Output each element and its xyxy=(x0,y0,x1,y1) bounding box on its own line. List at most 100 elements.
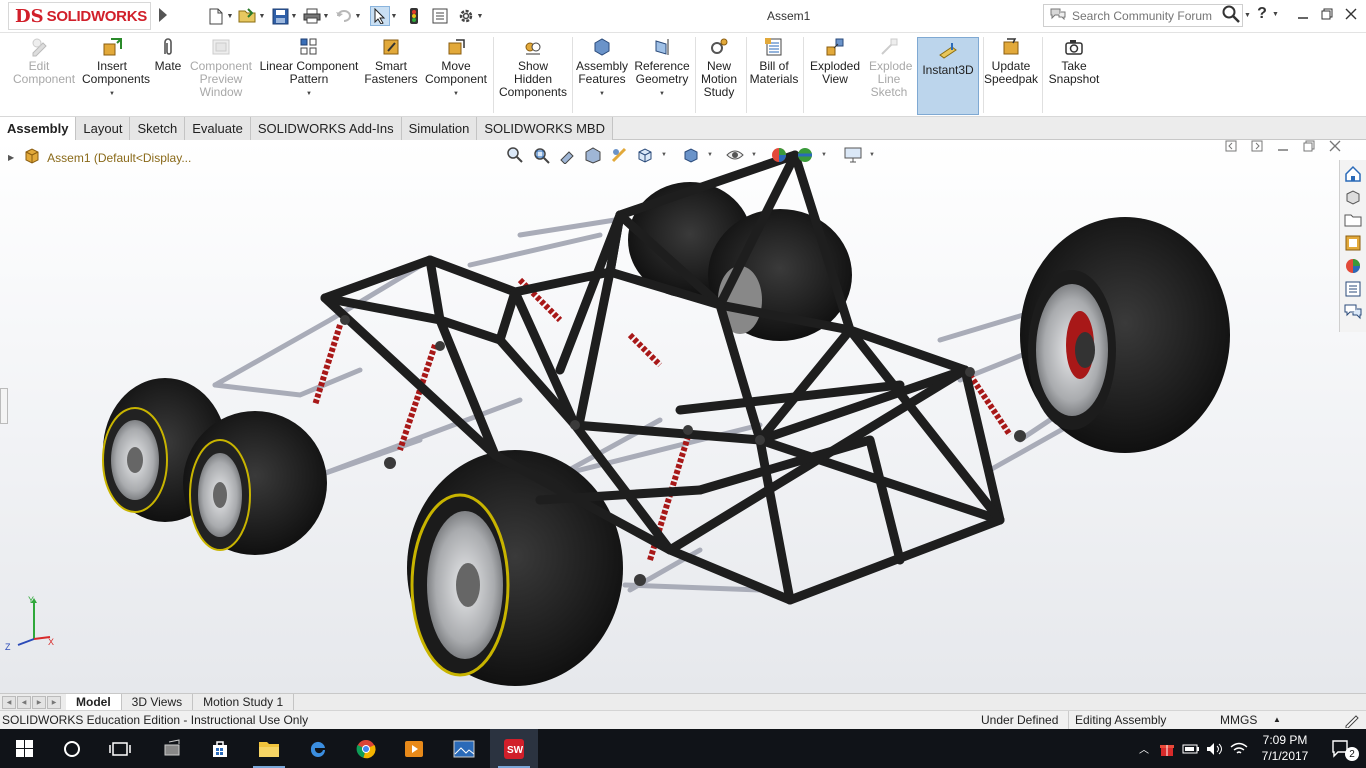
last-tab-arrow-icon[interactable]: ▶ xyxy=(47,695,61,709)
view-orientation-icon[interactable] xyxy=(634,146,656,164)
task-view-icon[interactable] xyxy=(96,729,144,768)
tab-add-ins[interactable]: SOLIDWORKS Add-Ins xyxy=(250,117,402,140)
collapse-right-icon[interactable] xyxy=(1244,140,1270,152)
linear-pattern-dropdown-icon[interactable]: ▼ xyxy=(306,88,312,101)
new-document-icon[interactable] xyxy=(206,6,226,26)
hide-show-items-icon[interactable] xyxy=(724,146,746,164)
rebuild-traffic-light-icon[interactable] xyxy=(404,6,424,26)
appearances-scenes-icon[interactable] xyxy=(1343,256,1363,276)
print-dropdown-icon[interactable]: ▼ xyxy=(322,6,330,26)
zoom-to-area-icon[interactable] xyxy=(530,146,552,164)
restore-icon[interactable] xyxy=(1315,8,1339,20)
next-tab-arrow-icon[interactable]: ▶ xyxy=(32,695,46,709)
feature-tree-expand-handle[interactable] xyxy=(0,388,8,424)
reference-geometry-button[interactable]: Reference Geometry ▼ xyxy=(632,37,692,115)
edit-appearance-icon[interactable] xyxy=(768,146,790,164)
assembly-features-dropdown-icon[interactable]: ▼ xyxy=(599,88,605,101)
show-hidden-icons-chevron-icon[interactable]: ︿ xyxy=(1133,741,1155,756)
tab-assembly[interactable]: Assembly xyxy=(0,117,77,140)
zoom-to-fit-icon[interactable] xyxy=(504,146,526,164)
solidworks-forum-icon[interactable] xyxy=(1343,302,1363,322)
view-palette-icon[interactable] xyxy=(1343,233,1363,253)
taskbar-clock[interactable]: 7:09 PM 7/1/2017 xyxy=(1253,732,1317,764)
solidworks-taskbar-icon[interactable]: SW xyxy=(490,729,538,768)
action-center-icon[interactable]: 2 xyxy=(1318,729,1366,768)
custom-properties-icon[interactable] xyxy=(1343,279,1363,299)
media-player-icon[interactable] xyxy=(390,729,438,768)
display-style-dropdown-icon[interactable]: ▼ xyxy=(706,146,714,164)
explode-line-sketch-button[interactable]: Explode Line Sketch xyxy=(864,37,914,115)
notification-gift-icon[interactable] xyxy=(1155,741,1179,757)
store-icon[interactable] xyxy=(196,729,244,768)
view-orientation-dropdown-icon[interactable]: ▼ xyxy=(660,146,668,164)
options-gear-icon[interactable] xyxy=(456,6,476,26)
exploded-view-button[interactable]: Exploded View xyxy=(807,37,863,115)
move-component-button[interactable]: Move Component ▼ xyxy=(422,37,490,115)
tab-mbd[interactable]: SOLIDWORKS MBD xyxy=(477,117,613,140)
smart-fasteners-button[interactable]: Smart Fasteners xyxy=(364,37,418,115)
chassis-model[interactable] xyxy=(0,140,1366,693)
undo-dropdown-icon[interactable]: ▼ xyxy=(354,6,362,26)
help-dropdown-icon[interactable]: ▼ xyxy=(1272,11,1279,18)
feature-tree-root[interactable]: ▶ Assem1 (Default<Display... xyxy=(8,148,191,167)
mate-button[interactable]: Mate xyxy=(150,37,186,115)
edge-browser-icon[interactable] xyxy=(294,729,342,768)
select-cursor-icon[interactable] xyxy=(370,6,390,26)
file-explorer-icon[interactable] xyxy=(1343,210,1363,230)
new-dropdown-icon[interactable]: ▼ xyxy=(226,6,234,26)
take-snapshot-button[interactable]: Take Snapshot xyxy=(1046,37,1102,115)
save-dropdown-icon[interactable]: ▼ xyxy=(290,6,298,26)
tab-evaluate[interactable]: Evaluate xyxy=(185,117,251,140)
apply-scene-dropdown-icon[interactable]: ▼ xyxy=(820,146,828,164)
battery-icon[interactable] xyxy=(1179,743,1203,755)
document-close-icon[interactable] xyxy=(1322,140,1348,152)
edit-component-button[interactable]: Edit Component xyxy=(4,37,75,115)
show-hidden-components-button[interactable]: Show Hidden Components xyxy=(497,37,569,115)
menu-expand-arrow-icon[interactable] xyxy=(159,8,167,22)
minimize-icon[interactable] xyxy=(1291,8,1315,20)
open-folder-icon[interactable] xyxy=(238,6,258,26)
select-dropdown-icon[interactable]: ▼ xyxy=(390,6,398,26)
dynamic-annotation-icon[interactable] xyxy=(608,146,630,164)
bill-of-materials-button[interactable]: Bill of Materials xyxy=(749,37,799,115)
document-minimize-icon[interactable] xyxy=(1270,140,1296,152)
apply-scene-icon[interactable] xyxy=(794,146,816,164)
collapse-left-icon[interactable] xyxy=(1218,140,1244,152)
first-tab-arrow-icon[interactable]: ◀ xyxy=(2,695,16,709)
options-dropdown-icon[interactable]: ▼ xyxy=(476,6,484,26)
photos-app-icon[interactable] xyxy=(440,729,488,768)
undo-icon[interactable] xyxy=(334,6,354,26)
file-properties-icon[interactable] xyxy=(430,6,450,26)
prev-tab-arrow-icon[interactable]: ◀ xyxy=(17,695,31,709)
community-search[interactable]: ▼ xyxy=(1043,4,1251,27)
tab-motion-study-1[interactable]: Motion Study 1 xyxy=(193,693,295,711)
display-style-icon[interactable] xyxy=(680,146,702,164)
instant3d-button[interactable]: Instant3D xyxy=(917,37,979,115)
reference-geometry-dropdown-icon[interactable]: ▼ xyxy=(659,88,665,101)
tree-expand-arrow-icon[interactable]: ▶ xyxy=(8,153,14,162)
assembly-features-button[interactable]: Assembly Features ▼ xyxy=(575,37,629,115)
solidworks-logo[interactable]: DS SOLIDWORKS xyxy=(8,2,151,30)
search-input[interactable] xyxy=(1072,8,1212,23)
windows-start-icon[interactable] xyxy=(0,729,48,768)
tab-layout[interactable]: Layout xyxy=(76,117,131,140)
close-icon[interactable] xyxy=(1339,8,1363,20)
tab-3d-views[interactable]: 3D Views xyxy=(122,693,194,711)
previous-view-icon[interactable] xyxy=(556,146,578,164)
section-view-icon[interactable] xyxy=(582,146,604,164)
move-component-dropdown-icon[interactable]: ▼ xyxy=(453,88,459,101)
wifi-icon[interactable] xyxy=(1227,742,1251,756)
hide-show-dropdown-icon[interactable]: ▼ xyxy=(750,146,758,164)
insert-components-dropdown-icon[interactable]: ▼ xyxy=(109,88,115,101)
search-icon[interactable] xyxy=(1222,5,1240,26)
unit-system[interactable]: MMGS xyxy=(1220,713,1257,727)
update-speedpak-button[interactable]: Update Speedpak xyxy=(984,37,1038,115)
network-pc-icon[interactable] xyxy=(148,729,196,768)
open-dropdown-icon[interactable]: ▼ xyxy=(258,6,266,26)
graphics-area[interactable]: ▶ Assem1 (Default<Display... ▼ ▼ ▼ ▼ ▼ Y… xyxy=(0,140,1366,693)
insert-components-button[interactable]: Insert Components ▼ xyxy=(76,37,150,115)
solidworks-resources-home-icon[interactable] xyxy=(1343,164,1363,184)
tab-model[interactable]: Model xyxy=(66,693,122,711)
unit-system-dropdown-icon[interactable]: ▲ xyxy=(1273,715,1281,724)
document-restore-icon[interactable] xyxy=(1296,140,1322,152)
